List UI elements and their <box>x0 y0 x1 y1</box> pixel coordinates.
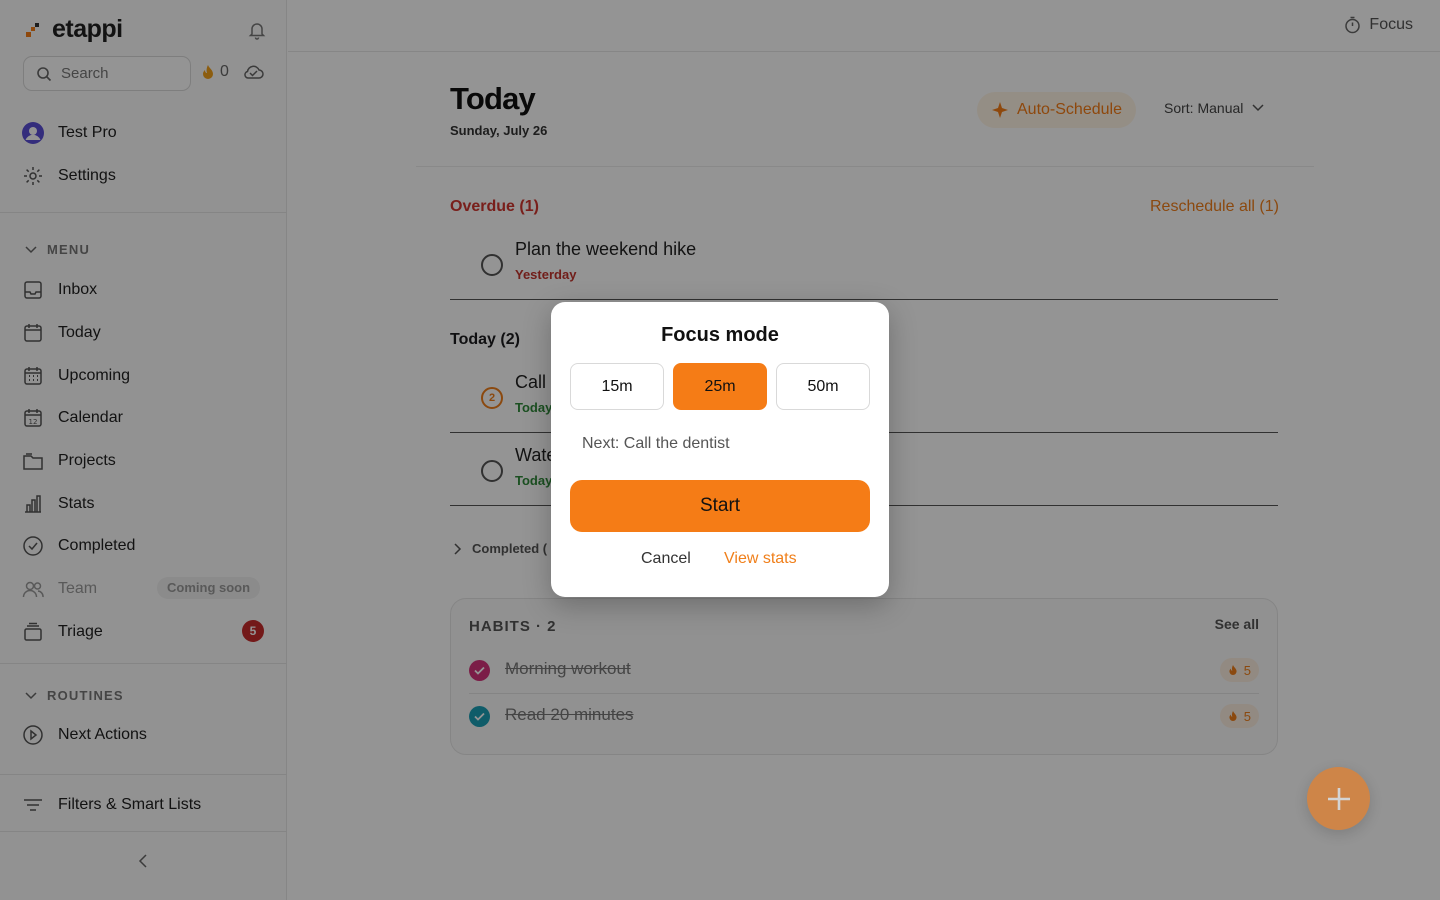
cancel-button[interactable]: Cancel <box>641 550 691 568</box>
duration-option-15m[interactable]: 15m <box>570 363 664 410</box>
dialog-title: Focus mode <box>661 324 779 346</box>
duration-option-50m[interactable]: 50m <box>776 363 870 410</box>
start-button[interactable]: Start <box>570 480 870 532</box>
plus-icon <box>1327 787 1350 810</box>
view-stats-link[interactable]: View stats <box>724 550 797 568</box>
focus-mode-dialog: Focus mode 15m 25m 50m Next: Call the de… <box>551 302 889 597</box>
add-task-button[interactable] <box>1307 767 1370 830</box>
next-task-text: Next: Call the dentist <box>582 435 730 452</box>
duration-option-25m[interactable]: 25m <box>673 363 767 410</box>
